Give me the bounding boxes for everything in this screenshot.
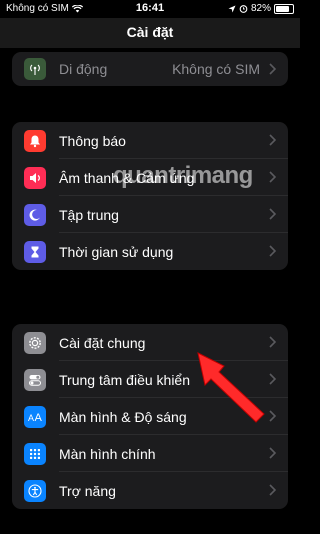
settings-row-cellular[interactable]: Di động Không có SIM — [12, 52, 288, 86]
bell-icon — [24, 129, 46, 152]
battery-percent: 82% — [250, 3, 271, 14]
chevron-right-icon — [269, 410, 277, 422]
svg-text:A: A — [28, 413, 34, 423]
settings-row-label: Thông báo — [59, 132, 126, 149]
settings-row[interactable]: Thời gian sử dụng — [12, 233, 288, 270]
chevron-right-icon — [269, 63, 277, 75]
battery-icon — [274, 3, 294, 14]
chevron-right-icon — [269, 484, 277, 496]
chevron-right-icon — [269, 373, 277, 385]
toggles-icon — [24, 368, 46, 391]
settings-row[interactable]: Trung tâm điều khiển — [12, 361, 288, 398]
settings-row-label: Trợ năng — [59, 482, 116, 499]
gear-icon — [24, 331, 46, 354]
settings-row[interactable]: Cài đặt chung — [12, 324, 288, 361]
alarm-icon — [239, 5, 248, 13]
chevron-right-icon — [269, 447, 277, 459]
hourglass-icon — [24, 240, 46, 263]
settings-row-label: Cài đặt chung — [59, 334, 146, 351]
settings-row-label: Màn hình chính — [59, 445, 156, 462]
settings-row[interactable]: Trợ năng — [12, 472, 288, 509]
settings-row[interactable]: A A Màn hình & Độ sáng — [12, 398, 288, 435]
chevron-right-icon — [269, 171, 277, 183]
general-group: Cài đặt chung Trung tâm điều khiển A A Màn h… — [12, 324, 288, 509]
settings-row-label: Trung tâm điều khiển — [59, 371, 190, 388]
battery-fill — [276, 5, 290, 12]
settings-row[interactable]: Thông báo — [12, 122, 288, 159]
cellular-group: Di động Không có SIM — [12, 52, 288, 86]
chevron-right-icon — [269, 134, 277, 146]
moon-icon — [24, 203, 46, 226]
chevron-right-icon — [269, 245, 277, 257]
location-icon — [228, 5, 236, 12]
chevron-right-icon — [269, 208, 277, 220]
notifications-group: Thông báo Âm thanh & Cảm ứng Tập trung Thời… — [12, 122, 288, 270]
text-size-icon: AA — [24, 405, 46, 428]
watermark-text: quantrimang — [113, 162, 253, 189]
page-title: Cài đặt — [126, 24, 174, 40]
status-right: 82% — [228, 3, 294, 14]
speaker-icon — [24, 166, 46, 189]
settings-row[interactable]: Tập trung — [12, 196, 288, 233]
svg-text:A: A — [35, 412, 43, 424]
nav-header: Cài đặt — [0, 18, 300, 48]
accessibility-icon — [24, 479, 46, 502]
watermark: quantrimang — [113, 162, 253, 190]
chevron-right-icon — [269, 336, 277, 348]
cellular-value: Không có SIM — [172, 61, 260, 77]
home-grid-icon — [24, 442, 46, 465]
cellular-label: Di động — [59, 61, 108, 77]
settings-row-label: Màn hình & Độ sáng — [59, 408, 187, 425]
antenna-icon — [24, 58, 46, 80]
status-bar: Không có SIM 16:41 82% — [0, 0, 300, 18]
settings-row-label: Thời gian sử dụng — [59, 243, 174, 260]
settings-row[interactable]: Màn hình chính — [12, 435, 288, 472]
settings-row-label: Tập trung — [59, 206, 119, 223]
